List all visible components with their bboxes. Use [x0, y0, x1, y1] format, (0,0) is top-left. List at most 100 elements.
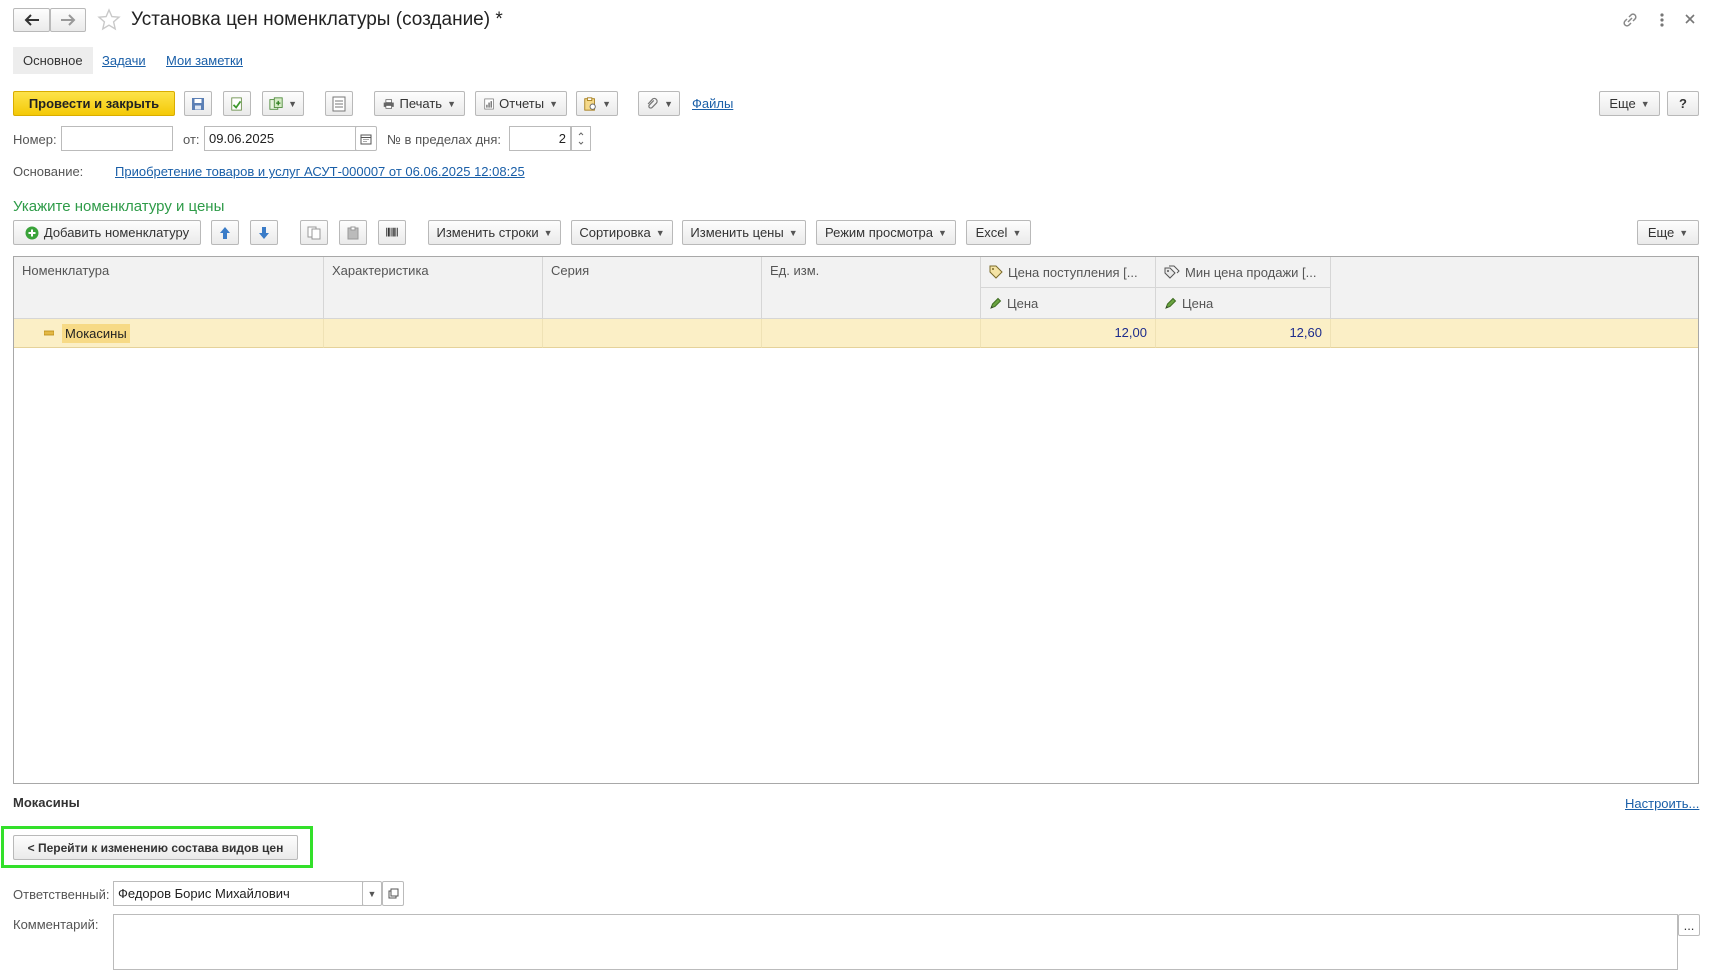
post-button[interactable]: [223, 91, 251, 116]
responsible-dropdown-button[interactable]: ▼: [362, 881, 382, 906]
comment-label: Комментарий:: [13, 917, 99, 932]
configure-link[interactable]: Настроить...: [1625, 796, 1699, 811]
tab-main[interactable]: Основное: [13, 47, 93, 74]
change-rows-button[interactable]: Изменить строки ▼: [428, 220, 561, 245]
responsible-open-button[interactable]: [382, 881, 404, 906]
column-header-series[interactable]: Серия: [543, 257, 762, 319]
change-prices-button[interactable]: Изменить цены ▼: [682, 220, 806, 245]
back-button[interactable]: [13, 8, 50, 32]
reports-label: Отчеты: [499, 96, 545, 111]
sort-label: Сортировка: [579, 225, 651, 240]
date-input[interactable]: [204, 126, 357, 151]
reports-button[interactable]: Отчеты ▼: [475, 91, 567, 116]
cell-unit[interactable]: [762, 319, 981, 348]
files-link[interactable]: Файлы: [692, 96, 733, 111]
current-item-caption: Мокасины: [13, 795, 80, 810]
print-button[interactable]: Печать ▼: [374, 91, 465, 116]
cell-purchase-price[interactable]: 12,00: [981, 319, 1156, 348]
create-based-on-button[interactable]: ▼: [262, 91, 304, 116]
cell-nomenclature-value: Мокасины: [62, 323, 130, 343]
more-button[interactable]: Еще ▼: [1599, 91, 1660, 116]
attachments-button[interactable]: ▼: [638, 91, 680, 116]
sort-button[interactable]: Сортировка ▼: [571, 220, 673, 245]
barcode-button[interactable]: [378, 220, 406, 245]
open-external-icon: [388, 888, 398, 899]
add-nomenclature-button[interactable]: Добавить номенклатуру: [13, 220, 201, 245]
cell-nomenclature[interactable]: Мокасины: [14, 319, 324, 348]
document-list-icon: [332, 96, 346, 111]
stepper-arrows-icon: [578, 132, 584, 145]
paste-icon: [347, 226, 359, 239]
copy-icon: [307, 226, 321, 239]
min-sale-price-header-label: Мин цена продажи [...: [1185, 264, 1317, 280]
printer-icon: [383, 98, 394, 109]
favorite-star-icon[interactable]: [97, 8, 121, 32]
post-and-close-button[interactable]: Провести и закрыть: [13, 91, 175, 116]
window-title: Установка цен номенклатуры (создание) *: [131, 9, 503, 30]
table-more-button[interactable]: Еще ▼: [1637, 220, 1699, 245]
comment-textarea[interactable]: [113, 914, 1678, 970]
day-number-input[interactable]: [509, 126, 571, 151]
cell-filler: [1331, 319, 1698, 348]
post-document-icon: [231, 96, 242, 111]
column-header-characteristic[interactable]: Характеристика: [324, 257, 543, 319]
basis-label: Основание:: [13, 164, 84, 179]
link-icon[interactable]: [1621, 11, 1639, 29]
excel-label: Excel: [975, 225, 1008, 240]
column-header-unit[interactable]: Ед. изм.: [762, 257, 981, 319]
print-preview-button[interactable]: ▼: [576, 91, 618, 116]
forward-button[interactable]: [50, 8, 86, 32]
cell-series[interactable]: [543, 319, 762, 348]
help-button[interactable]: ?: [1667, 91, 1699, 116]
tab-my-notes[interactable]: Мои заметки: [156, 47, 253, 74]
dropdown-arrow-icon: ▼: [367, 888, 377, 899]
min-sale-price-sub-label: Цена: [1182, 295, 1214, 311]
barcode-icon: [386, 227, 398, 236]
column-header-purchase-price-sub[interactable]: Цена: [981, 288, 1156, 319]
responsible-label: Ответственный:: [13, 887, 110, 902]
reports-icon: [484, 98, 494, 109]
column-header-nomenclature[interactable]: Номенклатура: [14, 257, 324, 319]
number-input[interactable]: [61, 126, 173, 151]
prices-table[interactable]: Номенклатура Характеристика Серия Ед. из…: [13, 256, 1699, 784]
go-to-price-types-button[interactable]: < Перейти к изменению состава видов цен: [13, 835, 298, 860]
comment-edit-button[interactable]: ...: [1678, 914, 1700, 936]
copy-row-button[interactable]: [300, 220, 328, 245]
document-structure-button[interactable]: [325, 91, 353, 116]
paste-row-button[interactable]: [339, 220, 367, 245]
day-number-stepper[interactable]: [571, 126, 591, 151]
save-icon: [192, 97, 204, 110]
move-down-button[interactable]: [250, 220, 278, 245]
view-mode-button[interactable]: Режим просмотра ▼: [816, 220, 956, 245]
number-label: Номер:: [13, 132, 57, 147]
more-vertical-icon[interactable]: [1658, 11, 1666, 29]
create-based-icon: [269, 96, 283, 110]
responsible-input[interactable]: [113, 881, 363, 906]
column-header-min-sale-price-sub[interactable]: Цена: [1156, 288, 1331, 319]
basis-document-link[interactable]: Приобретение товаров и услуг АСУТ-000007…: [115, 164, 525, 179]
clipboard-icon: [584, 96, 596, 111]
column-header-filler: [1331, 257, 1698, 319]
excel-button[interactable]: Excel ▼: [966, 220, 1031, 245]
column-header-purchase-price[interactable]: Цена поступления [...: [981, 257, 1156, 288]
cell-characteristic[interactable]: [324, 319, 543, 348]
day-number-label: № в пределах дня:: [387, 132, 502, 147]
calendar-button[interactable]: [355, 126, 377, 151]
pencil-icon: [1165, 297, 1177, 309]
calendar-icon: [360, 134, 372, 144]
arrow-down-icon: [259, 226, 269, 239]
change-prices-label: Изменить цены: [690, 225, 784, 240]
cell-min-sale-price[interactable]: 12,60: [1156, 319, 1331, 348]
save-button[interactable]: [184, 91, 212, 116]
price-tags-icon: [1164, 265, 1180, 279]
close-icon[interactable]: [1683, 12, 1697, 26]
pencil-icon: [990, 297, 1002, 309]
purchase-price-sub-label: Цена: [1007, 295, 1039, 311]
item-marker-icon: [44, 330, 54, 336]
change-rows-label: Изменить строки: [436, 225, 539, 240]
arrow-right-icon: [61, 14, 76, 26]
tab-tasks[interactable]: Задачи: [92, 47, 156, 74]
move-up-button[interactable]: [211, 220, 239, 245]
column-header-min-sale-price[interactable]: Мин цена продажи [...: [1156, 257, 1331, 288]
arrow-left-icon: [24, 14, 39, 26]
